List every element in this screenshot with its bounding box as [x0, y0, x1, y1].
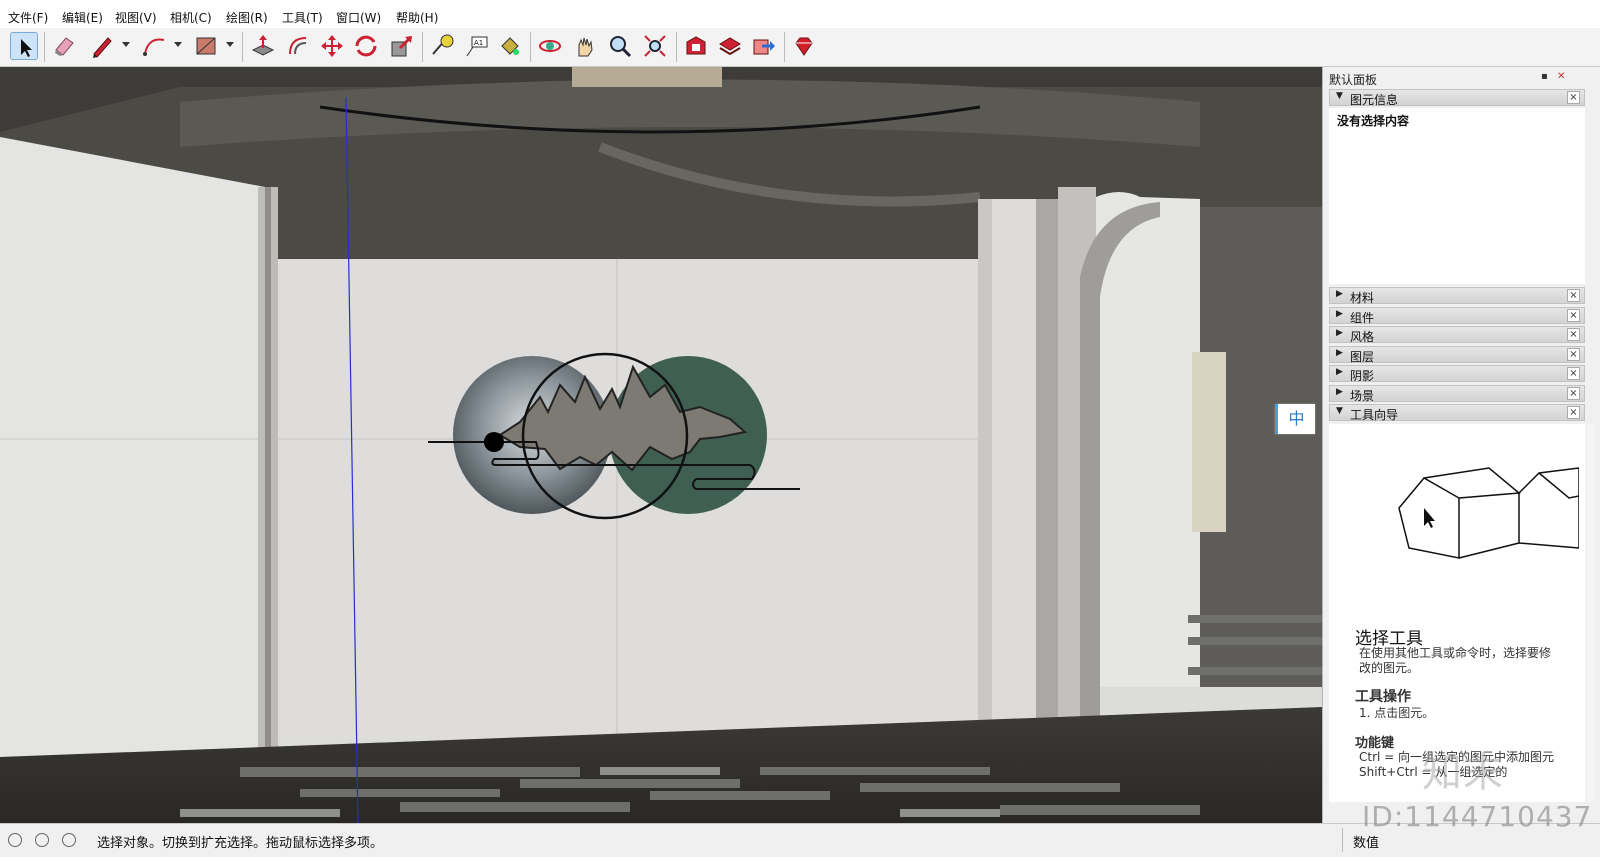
orbit-icon[interactable] — [536, 32, 564, 60]
collapsed-arrow-icon: ▶ — [1336, 387, 1343, 397]
toolbar-separator — [44, 32, 45, 62]
arc-icon[interactable] — [140, 32, 168, 60]
menu-window[interactable]: 窗口(W) — [336, 9, 381, 26]
offset-icon[interactable] — [284, 32, 312, 60]
text-icon[interactable]: A1 — [463, 32, 491, 60]
pencil-line-icon[interactable] — [88, 32, 116, 60]
tape-measure-icon[interactable] — [428, 32, 456, 60]
collapsed-arrow-icon: ▶ — [1336, 309, 1343, 319]
select-arrow-icon[interactable] — [10, 32, 38, 60]
menu-draw[interactable]: 绘图(R) — [226, 9, 268, 26]
model-viewport[interactable] — [0, 67, 1322, 823]
scale-icon[interactable] — [388, 32, 416, 60]
toolbar-separator — [676, 32, 677, 62]
status-separator — [1342, 828, 1343, 852]
menu-tools[interactable]: 工具(T) — [282, 9, 323, 26]
extension-ruby-icon[interactable] — [790, 32, 818, 60]
rectangle-icon[interactable] — [192, 32, 220, 60]
toolbar-separator — [530, 32, 531, 62]
measurements-label: 数值 — [1353, 836, 1380, 851]
tray-close-icon[interactable]: × — [1567, 309, 1580, 322]
credits-icon[interactable] — [35, 833, 49, 847]
menu-file[interactable]: 文件(F) — [8, 9, 48, 26]
collapsed-arrow-icon: ▶ — [1336, 328, 1343, 338]
tray-label: 图层 — [1350, 350, 1375, 364]
instructor-modifier-heading: 功能键 — [1355, 736, 1395, 751]
menu-view[interactable]: 视图(V) — [115, 9, 157, 26]
tray-label: 阴影 — [1350, 369, 1375, 383]
watermark-id-text: ID:1144710437 — [1362, 800, 1593, 833]
default-tray-panel: 默认面板 ▪ ✕ ▼ 图元信息 × 没有选择内容 ▶ 材料 × ▶ 组件 × ▶… — [1322, 67, 1600, 823]
status-bar: 选择对象。切换到扩充选择。拖动鼠标选择多项。 数值 — [0, 823, 1600, 857]
tray-close-icon[interactable]: × — [1567, 406, 1580, 419]
menu-edit[interactable]: 编辑(E) — [62, 9, 103, 26]
tray-label: 材料 — [1350, 291, 1375, 305]
user-account-icon[interactable] — [62, 833, 76, 847]
pencil-dropdown-icon[interactable] — [122, 42, 130, 47]
collapsed-arrow-icon: ▶ — [1336, 367, 1343, 377]
tray-shadows[interactable]: ▶ 阴影 × — [1329, 365, 1585, 383]
instructor-op-1: 1. 点击图元。 — [1359, 706, 1435, 720]
tray-scenes[interactable]: ▶ 场景 × — [1329, 385, 1585, 403]
watermark-logo: 知末 — [1422, 750, 1504, 796]
get-models-icon[interactable] — [716, 32, 744, 60]
toolbar-separator — [784, 32, 785, 62]
tray-close-icon[interactable]: × — [1567, 367, 1580, 380]
tray-close-icon[interactable]: × — [1567, 387, 1580, 400]
rotate-icon[interactable] — [352, 32, 380, 60]
expanded-arrow-icon: ▼ — [1336, 406, 1343, 416]
menu-bar: 文件(F) 编辑(E) 视图(V) 相机(C) 绘图(R) 工具(T) 窗口(W… — [0, 0, 1600, 29]
main-toolbar: A1 — [0, 28, 1600, 67]
tray-label: 风格 — [1350, 330, 1375, 344]
warehouse-icon[interactable] — [682, 32, 710, 60]
tray-entity-info[interactable]: ▼ 图元信息 × — [1329, 89, 1585, 107]
svg-text:A1: A1 — [474, 39, 483, 47]
tray-close-icon[interactable]: × — [1567, 91, 1580, 104]
tray-close-icon[interactable]: × — [1567, 289, 1580, 302]
zoom-extents-icon[interactable] — [641, 32, 669, 60]
tray-layers[interactable]: ▶ 图层 × — [1329, 346, 1585, 364]
collapsed-arrow-icon: ▶ — [1336, 348, 1343, 358]
share-model-icon[interactable] — [750, 32, 778, 60]
paint-bucket-icon[interactable] — [496, 32, 524, 60]
tray-close-icon[interactable]: × — [1567, 348, 1580, 361]
panel-close-icon[interactable]: ✕ — [1557, 71, 1565, 82]
tray-close-icon[interactable]: × — [1567, 328, 1580, 341]
geo-location-icon[interactable] — [8, 833, 22, 847]
move-icon[interactable] — [318, 32, 346, 60]
scene-render — [0, 67, 1322, 823]
eraser-icon[interactable] — [50, 32, 78, 60]
watermark-id: 知末 ID:1144710437 — [1362, 750, 1593, 833]
shape-dropdown-icon[interactable] — [226, 42, 234, 47]
tray-styles[interactable]: ▶ 风格 × — [1329, 326, 1585, 344]
instructor-description: 在使用其他工具或命令时，选择要修改的图元。 — [1359, 646, 1552, 675]
tray-materials[interactable]: ▶ 材料 × — [1329, 287, 1585, 305]
instructor-ops-heading: 工具操作 — [1355, 689, 1411, 705]
instructor-scrollbar[interactable] — [1587, 424, 1595, 802]
pin-icon[interactable]: ▪ — [1541, 71, 1548, 82]
zoom-icon[interactable] — [606, 32, 634, 60]
tray-label: 工具向导 — [1350, 408, 1399, 422]
ime-indicator[interactable]: 中 — [1275, 404, 1315, 434]
arc-dropdown-icon[interactable] — [174, 42, 182, 47]
instructor-illustration — [1398, 467, 1579, 559]
entity-info-body: 没有选择内容 — [1329, 108, 1585, 284]
no-selection-text: 没有选择内容 — [1337, 114, 1410, 128]
push-pull-icon[interactable] — [249, 32, 277, 60]
tray-label: 图元信息 — [1350, 93, 1399, 107]
tray-label: 组件 — [1350, 311, 1375, 325]
tray-components[interactable]: ▶ 组件 × — [1329, 307, 1585, 325]
collapsed-arrow-icon: ▶ — [1336, 289, 1343, 299]
status-message: 选择对象。切换到扩充选择。拖动鼠标选择多项。 — [97, 836, 384, 851]
expanded-arrow-icon: ▼ — [1336, 91, 1343, 101]
toolbar-separator — [242, 32, 243, 62]
menu-camera[interactable]: 相机(C) — [170, 9, 212, 26]
tray-instructor[interactable]: ▼ 工具向导 × — [1329, 404, 1585, 422]
menu-help[interactable]: 帮助(H) — [396, 9, 438, 26]
panel-title: 默认面板 — [1329, 73, 1378, 87]
pan-hand-icon[interactable] — [571, 32, 599, 60]
toolbar-separator — [422, 32, 423, 62]
tray-label: 场景 — [1350, 389, 1375, 403]
